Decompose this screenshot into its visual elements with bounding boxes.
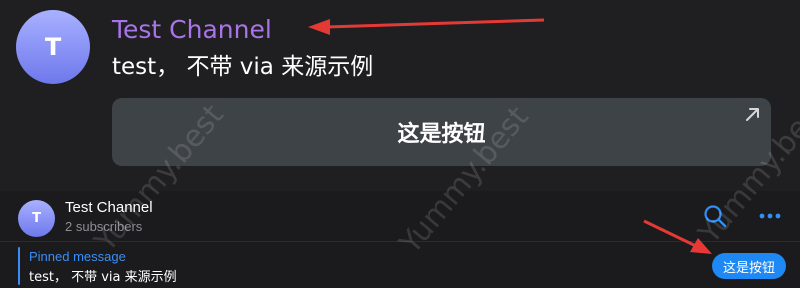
message-preview: T Test Channel test， 不带 via 来源示例 这是按钮 (0, 0, 800, 191)
avatar-initial-small: T (32, 211, 41, 226)
subscriber-count: 2 subscribers (65, 219, 143, 234)
pinned-message-bar[interactable]: Pinned message test， 不带 via 来源示例 (0, 242, 800, 288)
inline-url-button[interactable]: 这是按钮 (112, 98, 771, 166)
sender-name[interactable]: Test Channel (112, 13, 272, 47)
channel-avatar-large[interactable]: T (16, 10, 90, 84)
arrow-up-right-icon (746, 108, 759, 121)
message-text: test， 不带 via 来源示例 (112, 54, 374, 80)
inline-button-label: 这是按钮 (397, 122, 486, 147)
pinned-action-button[interactable]: 这是按钮 (712, 253, 786, 279)
avatar-initial: T (44, 33, 62, 61)
channel-avatar[interactable]: T (18, 200, 55, 237)
pinned-accent-line (18, 247, 20, 285)
search-icon[interactable] (702, 203, 728, 229)
more-dots-icon[interactable] (756, 203, 784, 229)
pinned-text: test， 不带 via 来源示例 (29, 270, 177, 285)
channel-header: T Test Channel 2 subscribers (0, 191, 800, 241)
pinned-title: Pinned message (29, 249, 126, 264)
channel-title[interactable]: Test Channel (65, 199, 153, 216)
